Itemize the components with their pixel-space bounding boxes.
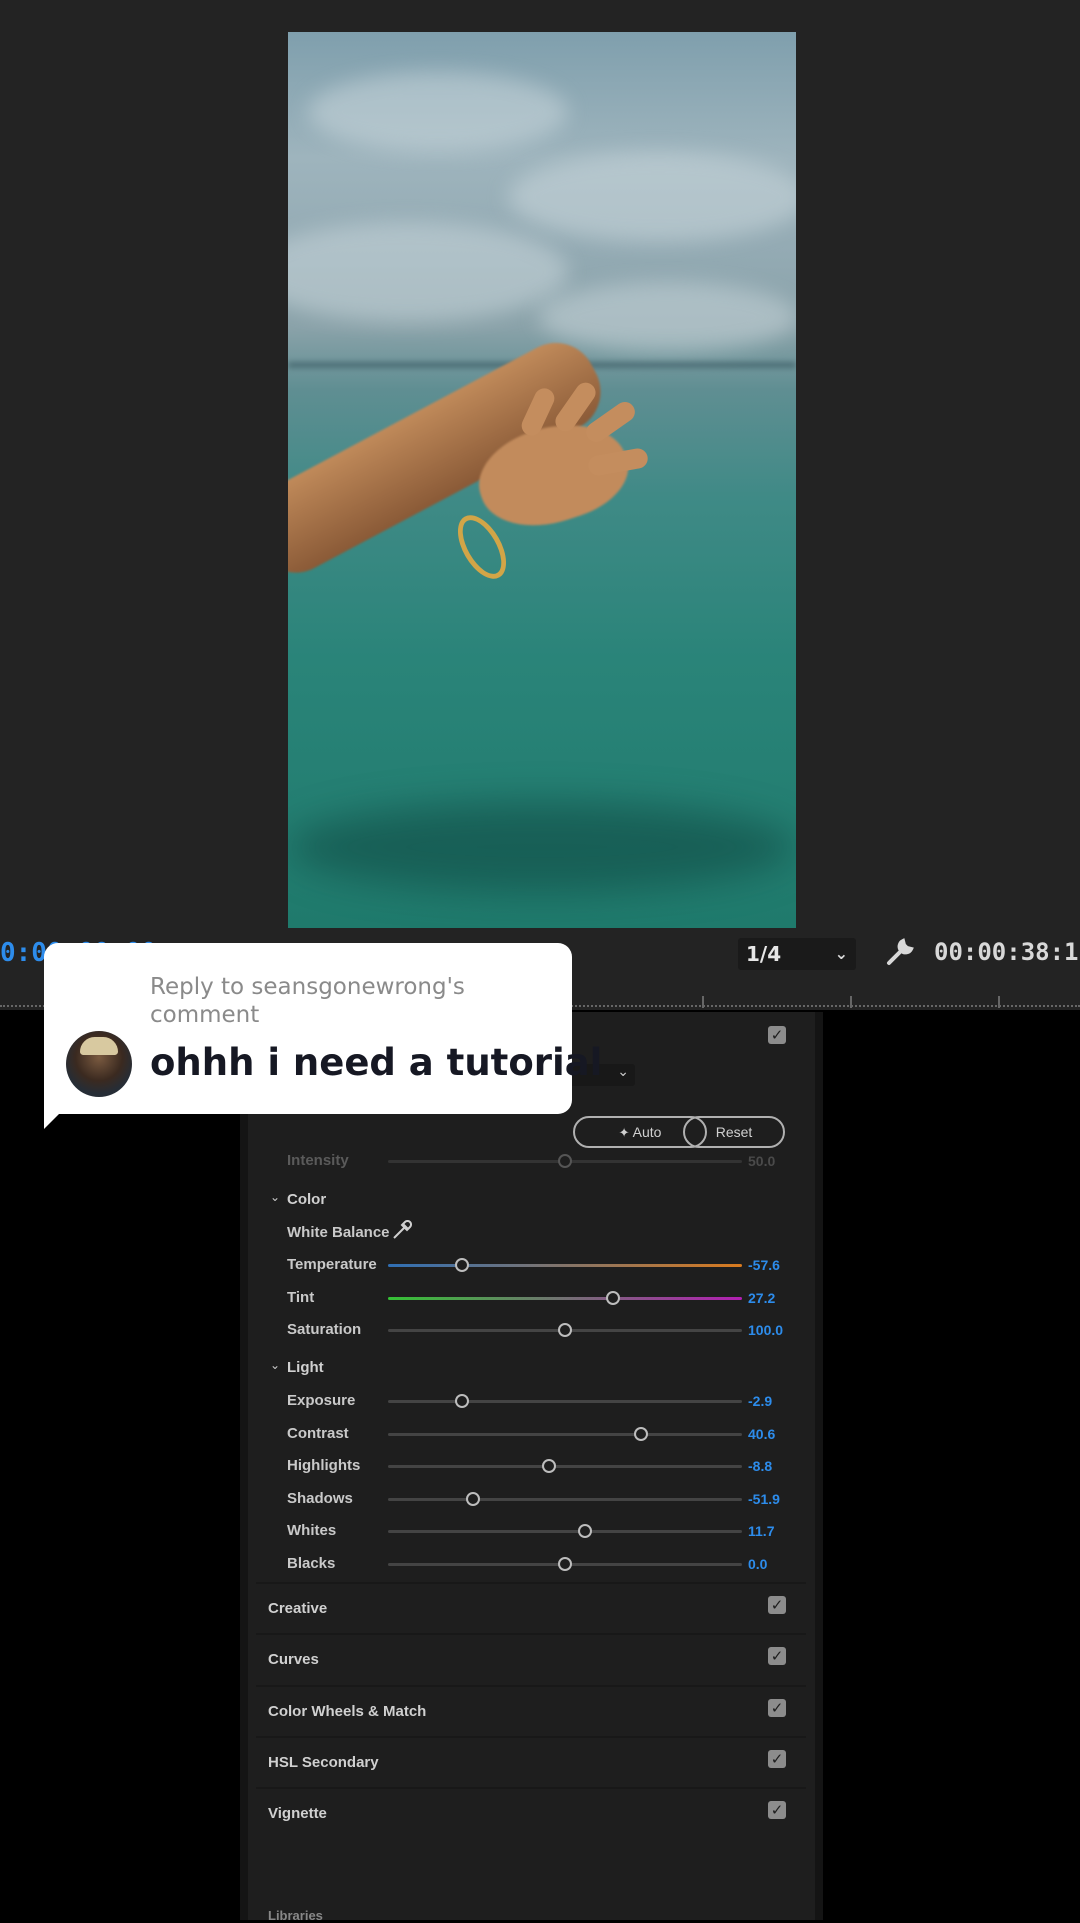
tint-value[interactable]: 27.2 xyxy=(748,1290,775,1306)
ruler-tick xyxy=(998,996,1000,1008)
zoom-select[interactable]: 1/4 ⌄ xyxy=(738,938,856,970)
highlights-value[interactable]: -8.8 xyxy=(748,1458,772,1474)
creative-section-title[interactable]: Creative xyxy=(268,1600,327,1617)
exposure-value[interactable]: -2.9 xyxy=(748,1393,772,1409)
chevron-down-icon[interactable]: ⌄ xyxy=(270,1190,280,1204)
white-balance-label: White Balance xyxy=(287,1224,390,1241)
tint-knob[interactable] xyxy=(606,1290,621,1305)
contrast-knob[interactable] xyxy=(633,1426,648,1441)
color-wheels-match-checkbox[interactable]: ✓ xyxy=(768,1698,786,1717)
contrast-label: Contrast xyxy=(287,1424,349,1442)
duration-timecode: 00:00:38:15 xyxy=(934,938,1080,966)
auto-button-label: Auto xyxy=(632,1124,662,1140)
whites-track[interactable] xyxy=(388,1530,742,1533)
ruler-tick xyxy=(702,996,704,1008)
highlights-track[interactable] xyxy=(388,1465,742,1468)
reply-to-text: Reply to seansgonewrong's comment xyxy=(150,974,465,1028)
temperature-value[interactable]: -57.6 xyxy=(748,1257,780,1273)
libraries-section-title[interactable]: Libraries xyxy=(268,1908,323,1923)
intensity-knob[interactable] xyxy=(558,1154,572,1168)
section-divider xyxy=(256,1684,806,1687)
comment-text: ohhh i need a tutorial xyxy=(150,1041,603,1084)
magic-wand-icon: ✦ xyxy=(618,1125,630,1140)
chevron-down-icon: ⌄ xyxy=(617,1064,629,1080)
saturation-knob[interactable] xyxy=(558,1323,572,1337)
saturation-value[interactable]: 100.0 xyxy=(748,1322,783,1338)
temperature-track[interactable] xyxy=(388,1264,742,1267)
tint-label: Tint xyxy=(287,1288,315,1306)
curves-section-title[interactable]: Curves xyxy=(268,1651,319,1668)
vignette-section-title[interactable]: Vignette xyxy=(268,1805,327,1822)
eyedropper-icon[interactable] xyxy=(390,1219,413,1242)
shadows-label: Shadows xyxy=(287,1489,353,1507)
ruler-tick xyxy=(850,996,852,1008)
contrast-value[interactable]: 40.6 xyxy=(748,1426,775,1442)
blacks-label: Blacks xyxy=(287,1554,336,1572)
hsl-secondary-section-title[interactable]: HSL Secondary xyxy=(268,1754,379,1771)
vignette-checkbox[interactable]: ✓ xyxy=(768,1801,786,1820)
video-frame[interactable] xyxy=(288,32,796,928)
program-monitor xyxy=(0,0,1080,1010)
whites-label: Whites xyxy=(287,1522,337,1539)
tint-track[interactable] xyxy=(388,1296,742,1300)
color-section-title[interactable]: Color xyxy=(287,1191,326,1208)
saturation-label: Saturation xyxy=(287,1321,362,1338)
exposure-track[interactable] xyxy=(388,1400,742,1403)
chevron-down-icon[interactable]: ⌄ xyxy=(270,1358,280,1372)
blacks-knob[interactable] xyxy=(558,1556,572,1571)
temperature-label: Temperature xyxy=(287,1256,377,1273)
shadows-value[interactable]: -51.9 xyxy=(748,1491,780,1507)
bubble-tail xyxy=(44,1093,80,1129)
shadows-knob[interactable] xyxy=(465,1491,480,1506)
curves-checkbox[interactable]: ✓ xyxy=(768,1647,786,1666)
highlights-label: Highlights xyxy=(287,1457,361,1474)
intensity-value[interactable]: 50.0 xyxy=(748,1153,775,1169)
shadows-track[interactable] xyxy=(388,1497,742,1501)
section-divider xyxy=(256,1633,806,1636)
section-divider xyxy=(256,1582,806,1584)
contrast-track[interactable] xyxy=(388,1432,742,1436)
creative-checkbox[interactable]: ✓ xyxy=(768,1596,786,1614)
blacks-value[interactable]: 0.0 xyxy=(748,1556,767,1572)
chevron-down-icon: ⌄ xyxy=(834,944,848,963)
reset-button[interactable]: Reset xyxy=(683,1116,785,1148)
light-section-title[interactable]: Light xyxy=(287,1359,324,1376)
section-divider xyxy=(256,1735,806,1738)
zoom-value: 1/4 xyxy=(746,942,782,966)
section-divider xyxy=(256,1787,806,1790)
reply-comment-bubble: Reply to seansgonewrong's comment ohhh i… xyxy=(44,943,602,1129)
hsl-secondary-checkbox[interactable]: ✓ xyxy=(768,1749,786,1768)
whites-value[interactable]: 11.7 xyxy=(748,1523,774,1539)
wrench-icon[interactable] xyxy=(883,935,917,969)
intensity-label: Intensity xyxy=(287,1152,349,1169)
avatar xyxy=(66,1031,132,1097)
exposure-label: Exposure xyxy=(287,1392,356,1409)
basic-correction-checkbox[interactable]: ✓ xyxy=(768,1026,786,1044)
color-wheels-match-section-title[interactable]: Color Wheels & Match xyxy=(268,1703,426,1720)
